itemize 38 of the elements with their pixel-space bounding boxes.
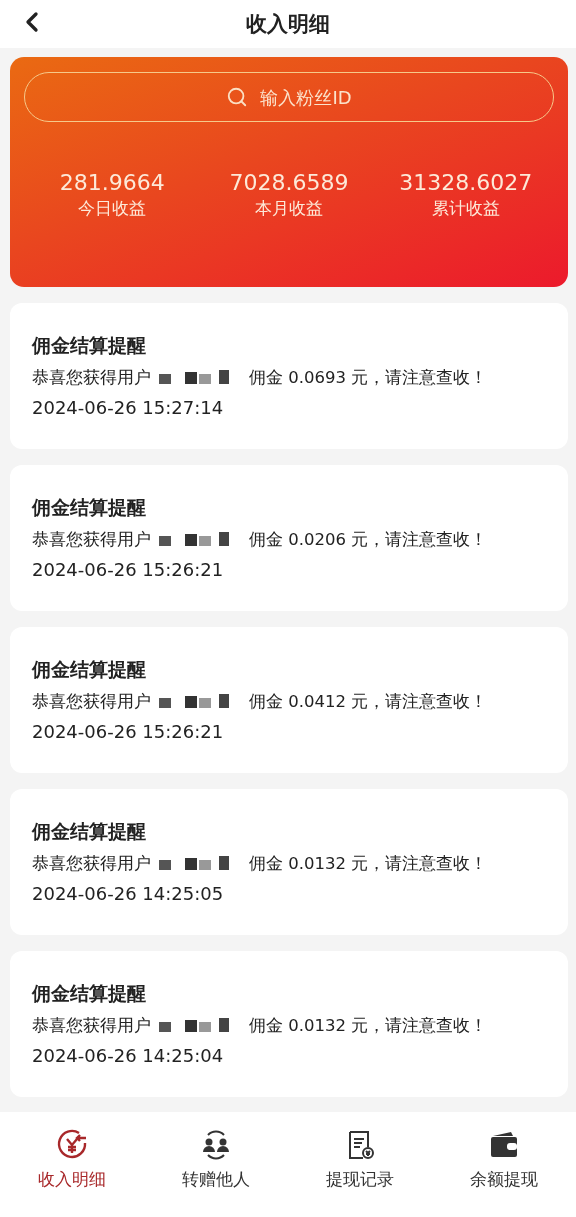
notice-message: 佣金 0.0132 元，请注意查收！ [249, 853, 488, 875]
notice-message: 佣金 0.0132 元，请注意查收！ [249, 1015, 488, 1037]
notice-title: 佣金结算提醒 [32, 495, 147, 520]
stat-value: 31328.6027 [399, 170, 533, 195]
search-field[interactable]: 输入粉丝ID [24, 72, 554, 122]
notice-message: 恭喜您获得用户 [32, 691, 151, 713]
notice-card[interactable]: 佣金结算提醒 恭喜您获得用户 佣金 0.0693 元，请注意查收！ 2024-06-26 15:27:14 [10, 303, 568, 449]
notice-title: 佣金结算提醒 [32, 333, 147, 358]
stat-value: 281.9664 [59, 170, 165, 195]
tab-bar-item[interactable]: 提现记录 [288, 1128, 432, 1191]
stat-label: 今日收益 [78, 197, 147, 220]
notice-card[interactable]: 佣金结算提醒 恭喜您获得用户 佣金 0.0412 元，请注意查收！ 2024-06-26 15:26:21 [10, 627, 568, 773]
notice-message: 恭喜您获得用户 [32, 367, 151, 389]
notice-message: 佣金 0.0206 元，请注意查收！ [249, 529, 488, 551]
notice-message: 恭喜您获得用户 [32, 853, 151, 875]
notice-card[interactable]: 佣金结算提醒 恭喜您获得用户 佣金 0.0132 元，请注意查收！ 2024-06-26 14:25:04 [10, 951, 568, 1097]
stat-label: 本月收益 [255, 197, 323, 220]
notice-title: 佣金结算提醒 [32, 819, 147, 844]
stat-value: 7028.6589 [229, 170, 349, 195]
notice-title: 佣金结算提醒 [32, 657, 147, 682]
notice-time: 2024-06-26 14:25:05 [32, 883, 225, 904]
notice-title: 佣金结算提醒 [32, 981, 147, 1006]
stat-label: 累计收益 [431, 197, 500, 220]
notice-time: 2024-06-26 15:27:14 [32, 397, 225, 418]
notice-card[interactable]: 佣金结算提醒 恭喜您获得用户 佣金 0.0132 元，请注意查收！ 2024-06-26 14:25:05 [10, 789, 568, 935]
notice-time: 2024-06-26 14:25:04 [32, 1045, 225, 1066]
notice-message: 佣金 0.0693 元，请注意查收！ [249, 367, 488, 389]
search-icon [226, 86, 248, 108]
notice-card[interactable]: 佣金结算提醒 恭喜您获得用户 佣金 0.0206 元，请注意查收！ 2024-06-26 15:26:21 [10, 465, 568, 611]
tab-bar-item[interactable]: 余额提现 [432, 1128, 576, 1191]
notice-message: 佣金 0.0412 元，请注意查收！ [249, 691, 488, 713]
tab-bar-item[interactable]: 转赠他人 [144, 1128, 288, 1191]
notice-time: 2024-06-26 15:26:21 [32, 559, 225, 580]
page-title: 收入明细 [246, 11, 330, 38]
notice-message: 恭喜您获得用户 [32, 1015, 151, 1037]
tab-bar-item[interactable]: 收入明细 [0, 1128, 144, 1191]
notice-time: 2024-06-26 15:26:21 [32, 721, 225, 742]
notice-message: 恭喜您获得用户 [32, 529, 151, 551]
